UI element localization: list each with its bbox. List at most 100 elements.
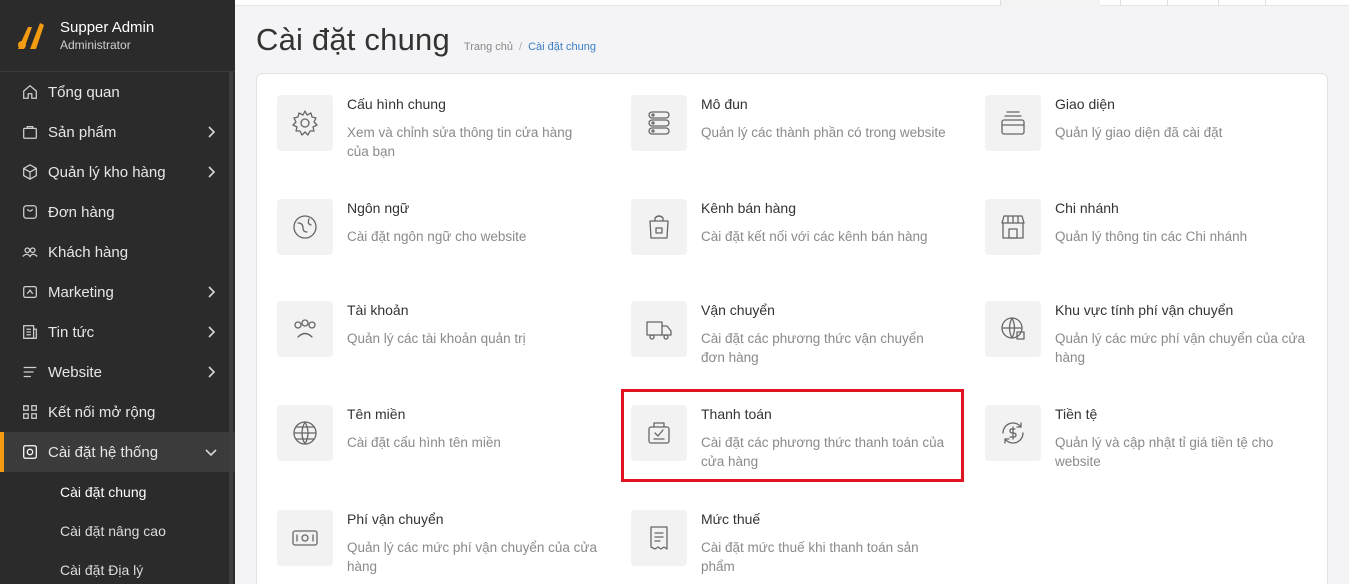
users-icon [20,242,40,262]
chevron-down-icon [203,444,219,460]
tile-description: Quản lý các tài khoản quản trị [347,331,526,346]
tile-description: Cài đặt cấu hình tên miền [347,435,501,450]
sidebar-item-label: Website [48,363,102,381]
tile-phi-van-chuyen[interactable]: Phí vận chuyển Quản lý các mức phí vận c… [277,510,617,584]
settings-card: Cấu hình chung Xem và chỉnh sửa thông ti… [256,73,1328,584]
logo-icon [18,22,44,49]
breadcrumb: Trang chủ / Cài đặt chung [464,41,596,53]
breadcrumb-home[interactable]: Trang chủ [464,41,513,53]
banknote-icon [277,510,333,566]
tile-title: Ngôn ngữ [347,200,410,216]
tile-description: Xem và chỉnh sửa thông tin cửa hàng của … [347,125,573,159]
tile-kenh-ban-hang[interactable]: Kênh bán hàng Cài đặt kết nối với các kê… [631,199,971,279]
tile-title: Tài khoản [347,302,409,318]
tile-tai-khoan[interactable]: Tài khoản Quản lý các tài khoản quản trị [277,301,617,381]
tile-description: Quản lý thông tin các Chi nhánh [1055,229,1248,244]
sidebar-subitem-cai-dat-nang-cao[interactable]: Cài đặt nâng cao [0,511,235,550]
sidebar-item-tong-quan[interactable]: Tổng quan [0,72,235,112]
tile-description: Cài đặt ngôn ngữ cho website [347,229,527,244]
top-bar-search[interactable] [1000,0,1100,6]
highlight-box [621,389,964,482]
top-bar-divider [1120,0,1121,6]
tile-khu-vuc-tinh-phi-van-chuyen[interactable]: Khu vực tính phí vận chuyển Quản lý các … [985,301,1325,381]
tile-chi-nhanh[interactable]: Chi nhánh Quản lý thông tin các Chi nhán… [985,199,1325,279]
chevron-right-icon [203,124,219,140]
sidebar-item-label: Marketing [48,283,114,301]
breadcrumb-current: Cài đặt chung [528,41,596,53]
top-bar-divider [1218,0,1219,6]
sidebar-item-tin-tuc[interactable]: Tin tức [0,312,235,352]
globe-icon [277,405,333,461]
sidebar-item-cai-dat-he-thong[interactable]: Cài đặt hệ thống [0,432,235,472]
shopping-bag-icon [631,199,687,255]
tile-tien-te[interactable]: Tiền tệ Quản lý và cập nhật tỉ giá tiền … [985,405,1325,485]
chevron-right-icon [203,364,219,380]
grid-icon [20,402,40,422]
tile-title: Phí vận chuyển [347,511,444,527]
home-icon [20,82,40,102]
sidebar-item-ket-noi-mo-rong[interactable]: Kết nối mở rộng [0,392,235,432]
box-icon [20,162,40,182]
tile-title: Tiền tệ [1055,406,1098,422]
tile-description: Quản lý các mức phí vận chuyển của cửa h… [1055,331,1305,365]
sidebar-item-label: Tổng quan [48,83,120,101]
tile-description: Cài đặt kết nối với các kênh bán hàng [701,229,928,244]
sidebar-item-label: Kết nối mở rộng [48,403,156,421]
truck-icon [631,301,687,357]
tile-title: Cấu hình chung [347,96,446,112]
language-icon [277,199,333,255]
tile-title: Vận chuyển [701,302,775,318]
sidebar-subitem-cai-dat-dia-ly[interactable]: Cài đặt Địa lý [0,550,235,584]
sidebar-item-marketing[interactable]: Marketing [0,272,235,312]
tile-description: Cài đặt các phương thức vận chuyển đơn h… [701,331,924,365]
sidebar-item-quan-ly-kho-hang[interactable]: Quản lý kho hàng [0,152,235,192]
tile-description: Cài đặt mức thuế khi thanh toán sản phẩm [701,540,919,574]
sidebar-item-label: Sản phẩm [48,123,117,141]
sidebar-item-label: Khách hàng [48,243,129,261]
top-bar-divider [1265,0,1266,6]
user-role: Administrator [60,37,131,52]
sidebar-item-khach-hang[interactable]: Khách hàng [0,232,235,272]
chevron-right-icon [203,164,219,180]
tile-title: Mức thuế [701,511,761,527]
chevron-right-icon [203,324,219,340]
accounts-icon [277,301,333,357]
top-bar-divider [1167,0,1168,6]
tile-title: Mô đun [701,96,748,112]
tile-description: Quản lý giao diện đã cài đặt [1055,125,1223,140]
tile-ngon-ngu[interactable]: Ngôn ngữ Cài đặt ngôn ngữ cho website [277,199,617,279]
sidebar-item-label: Tin tức [48,323,95,341]
sidebar-scrollbar[interactable] [229,72,233,584]
top-bar [235,0,1349,6]
sidebar: Supper Admin Administrator Tổng quan Sản… [0,0,235,584]
tile-ten-mien[interactable]: Tên miền Cài đặt cấu hình tên miền [277,405,617,485]
tile-description: Quản lý các thành phần có trong website [701,125,946,140]
sidebar-item-website[interactable]: Website [0,352,235,392]
store-icon [985,199,1041,255]
bag-icon [20,122,40,142]
tile-title: Tên miền [347,406,406,422]
page-title: Cài đặt chung [256,22,450,57]
marketing-icon [20,282,40,302]
tile-description: Quản lý và cập nhật tỉ giá tiền tệ cho w… [1055,435,1274,469]
tile-title: Kênh bán hàng [701,200,796,216]
breadcrumb-separator: / [519,41,523,53]
chevron-right-icon [203,284,219,300]
brand: Supper Admin Administrator [0,0,235,72]
sidebar-item-label: Đơn hàng [48,203,115,221]
tile-muc-thue[interactable]: Mức thuế Cài đặt mức thuế khi thanh toán… [631,510,971,584]
tile-mo-dun[interactable]: Mô đun Quản lý các thành phần có trong w… [631,95,971,175]
page-header: Cài đặt chung Trang chủ / Cài đặt chung [256,22,596,58]
tile-title: Chi nhánh [1055,200,1119,216]
tile-title: Khu vực tính phí vận chuyển [1055,302,1234,318]
order-icon [20,202,40,222]
sidebar-subitem-cai-dat-chung[interactable]: Cài đặt chung [0,472,235,511]
currency-icon [985,405,1041,461]
sidebar-item-san-pham[interactable]: Sản phẩm [0,112,235,152]
tile-van-chuyen[interactable]: Vận chuyển Cài đặt các phương thức vận c… [631,301,971,381]
tile-giao-dien[interactable]: Giao diện Quản lý giao diện đã cài đặt [985,95,1325,175]
user-name: Supper Admin [60,18,155,36]
sidebar-item-don-hang[interactable]: Đơn hàng [0,192,235,232]
tile-cau-hinh-chung[interactable]: Cấu hình chung Xem và chỉnh sửa thông ti… [277,95,617,175]
news-icon [20,322,40,342]
